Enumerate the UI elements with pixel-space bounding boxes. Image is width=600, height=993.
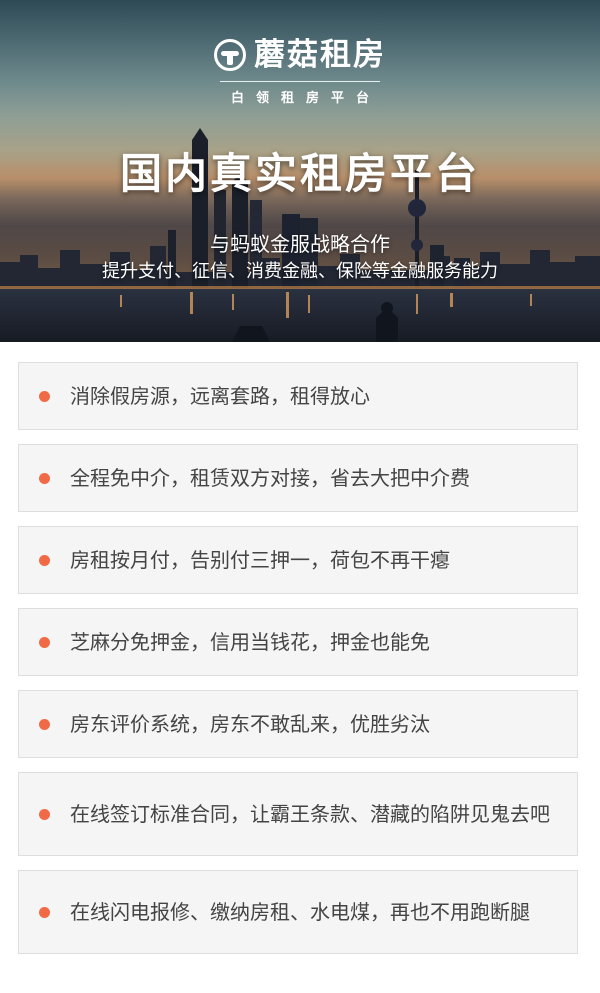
feature-text: 全程免中介，租赁双方对接，省去大把中介费 [70, 466, 470, 490]
bullet-icon [39, 636, 50, 648]
feature-item: 在线闪电报修、缴纳房租、水电煤，再也不用跑断腿 [18, 870, 578, 954]
feature-text: 在线闪电报修、缴纳房租、水电煤，再也不用跑断腿 [70, 900, 530, 924]
feature-text: 在线签订标准合同，让霸王条款、潜藏的陷阱见鬼去吧 [70, 802, 550, 826]
bullet-icon [39, 718, 50, 730]
feature-item: 房租按月付，告别付三押一，荷包不再干瘪 [18, 526, 578, 594]
hero-banner: 蘑菇租房 白领租房平台 国内真实租房平台 与蚂蚁金服战略合作 提升支付、征信、消… [0, 0, 600, 342]
feature-text: 房租按月付，告别付三押一，荷包不再干瘪 [70, 548, 450, 572]
feature-item: 芝麻分免押金，信用当钱花，押金也能免 [18, 608, 578, 676]
feature-item: 在线签订标准合同，让霸王条款、潜藏的陷阱见鬼去吧 [18, 772, 578, 856]
feature-list: 消除假房源，远离套路，租得放心 全程免中介，租赁双方对接，省去大把中介费 房租按… [18, 362, 578, 968]
feature-item: 消除假房源，远离套路，租得放心 [18, 362, 578, 430]
brand-logo: 蘑菇租房 白领租房平台 [0, 38, 600, 106]
bullet-icon [39, 554, 50, 566]
services-line: 提升支付、征信、消费金融、保险等金融服务能力 [102, 261, 498, 282]
logo-divider [220, 81, 380, 82]
banner-headline: 国内真实租房平台 [119, 149, 480, 198]
feature-item: 房东评价系统，房东不敢乱来，优胜劣汰 [18, 690, 578, 758]
logo-text: 蘑菇租房 [254, 37, 386, 73]
partner-line: 与蚂蚁金服战略合作 [210, 232, 390, 256]
bullet-icon [39, 808, 50, 820]
feature-text: 消除假房源，远离套路，租得放心 [70, 384, 370, 408]
logo-subtitle: 白领租房平台 [230, 91, 381, 106]
feature-text: 芝麻分免押金，信用当钱花，押金也能免 [70, 630, 430, 654]
bullet-icon [39, 390, 50, 402]
feature-item: 全程免中介，租赁双方对接，省去大把中介费 [18, 444, 578, 512]
bullet-icon [39, 906, 50, 918]
mushroom-logo-icon [214, 39, 246, 71]
bullet-icon [39, 472, 50, 484]
feature-text: 房东评价系统，房东不敢乱来，优胜劣汰 [70, 712, 430, 736]
